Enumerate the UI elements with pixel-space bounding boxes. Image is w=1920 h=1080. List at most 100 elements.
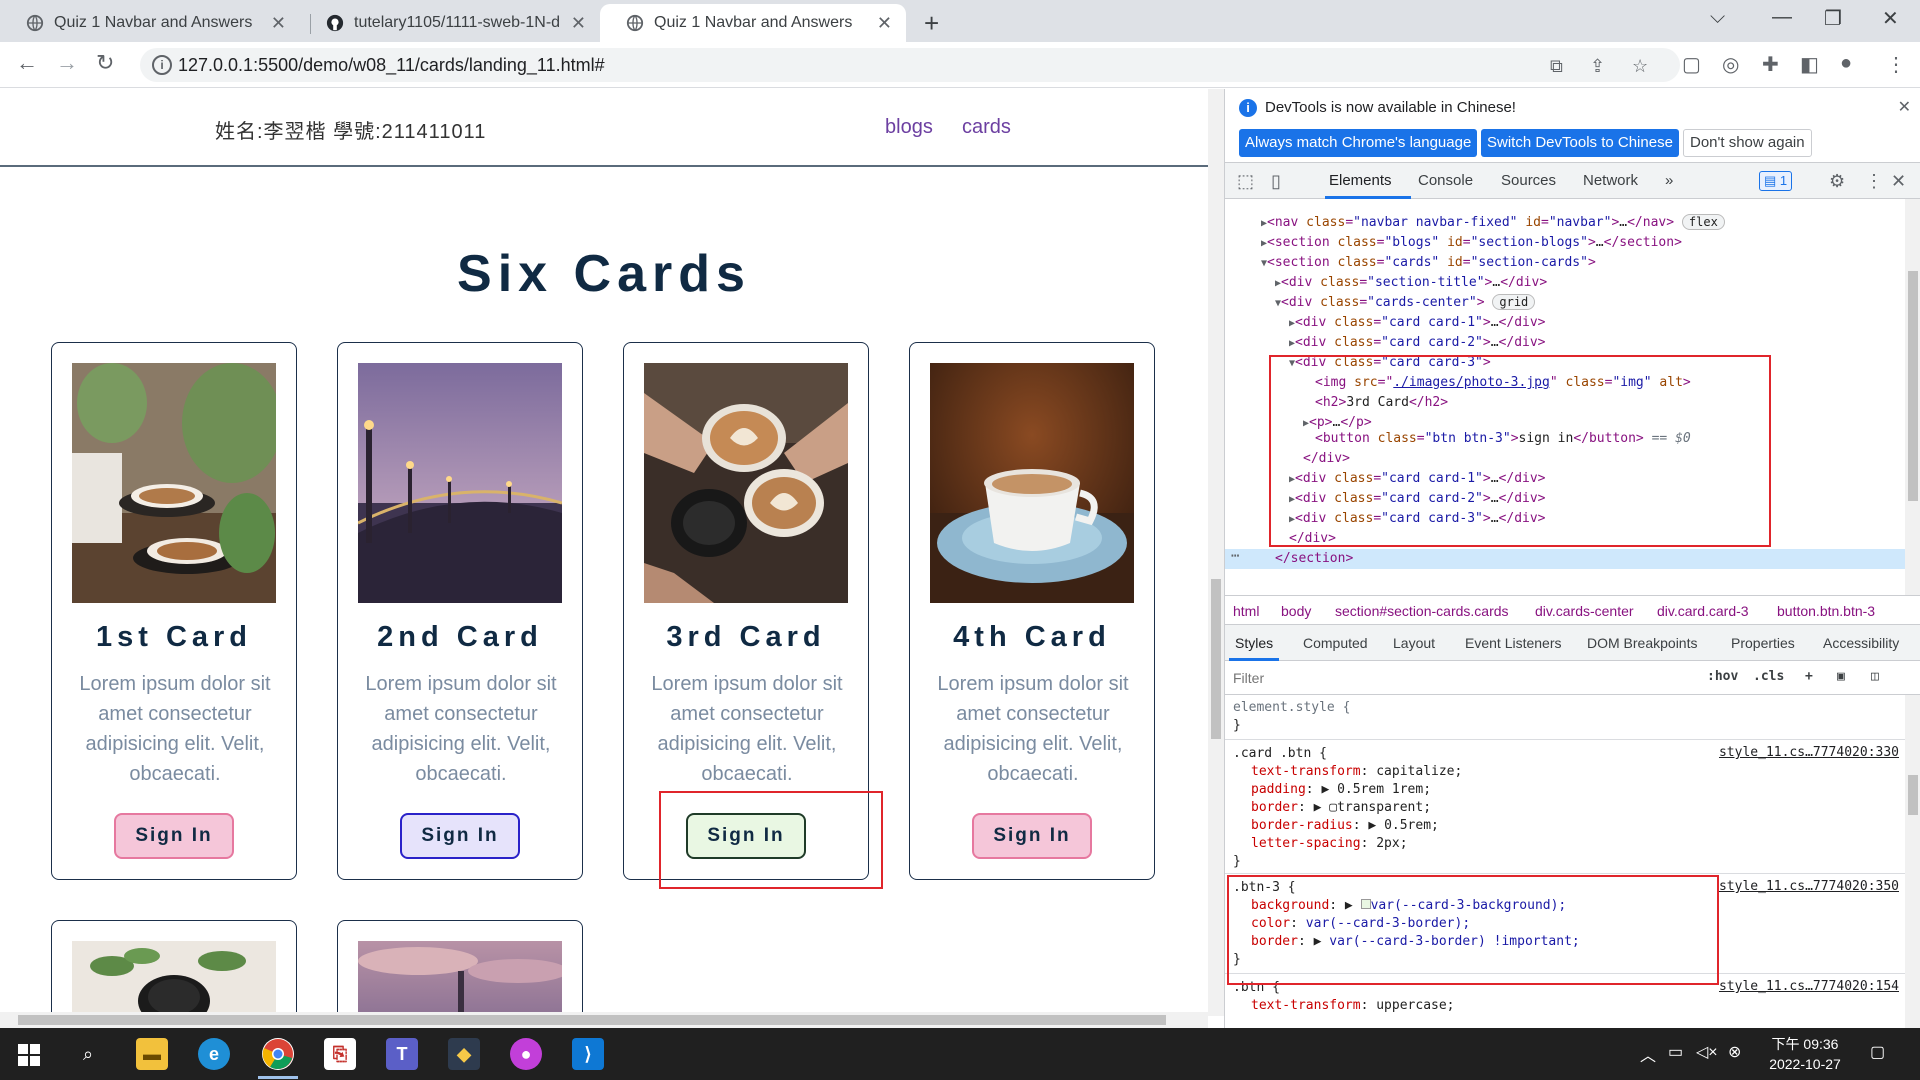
tab-network[interactable]: Network (1583, 172, 1638, 189)
scrollbar-thumb[interactable] (1908, 271, 1918, 501)
network-icon[interactable]: ▭ (1668, 1042, 1683, 1062)
tab-close-icon[interactable]: ✕ (571, 13, 586, 34)
new-rule-icon[interactable]: + (1805, 669, 1813, 684)
chrome-browser-icon[interactable] (262, 1038, 294, 1070)
dom-node-card-2[interactable]: ▶<div class="card card-2">…</div> (1289, 333, 1546, 353)
collapse-arrow-icon[interactable]: ▼ (1275, 298, 1281, 309)
breadcrumb-body[interactable]: body (1281, 603, 1311, 619)
css-declaration-overridden[interactable]: text-transform: uppercase; (1251, 997, 1455, 1015)
volume-muted-icon[interactable]: ◁× (1696, 1042, 1718, 1062)
close-devtools-icon[interactable]: ✕ (1891, 171, 1906, 192)
scrollbar-thumb[interactable] (1211, 579, 1221, 739)
window-close-button[interactable]: ✕ (1882, 6, 1899, 31)
scrollbar-thumb[interactable] (18, 1015, 1166, 1025)
windows-start-icon[interactable] (18, 1044, 40, 1066)
styles-filter-input[interactable] (1233, 667, 1703, 689)
tab-search-icon[interactable]: ⌵ (1710, 6, 1725, 29)
pdf-app-icon[interactable]: ⎘ (324, 1038, 356, 1070)
css-declaration[interactable]: letter-spacing: 2px; (1251, 835, 1408, 853)
dom-tree-scrollbar[interactable] (1905, 199, 1920, 595)
expand-arrow-icon[interactable]: ▶ (1261, 238, 1267, 249)
rule-selector-card-btn[interactable]: .card .btn { (1233, 745, 1327, 763)
styles-scrollbar[interactable] (1905, 695, 1920, 1028)
layout-badge[interactable]: grid (1492, 294, 1536, 310)
breadcrumb-cards-center[interactable]: div.cards-center (1535, 603, 1634, 619)
css-declaration-overridden[interactable]: border: ▶ ▢transparent; (1251, 799, 1431, 817)
minimize-button[interactable]: — (1772, 6, 1792, 29)
tray-chevron-icon[interactable]: ︿ (1640, 1042, 1656, 1066)
breadcrumb-html[interactable]: html (1233, 603, 1259, 619)
match-language-button[interactable]: Always match Chrome's language (1239, 129, 1478, 157)
expand-arrow-icon[interactable]: ▶ (1289, 338, 1295, 349)
file-explorer-icon[interactable]: ▬ (136, 1038, 168, 1070)
tab-event-listeners[interactable]: Event Listeners (1465, 635, 1562, 651)
tab-elements[interactable]: Elements (1329, 172, 1392, 189)
puzzle-icon[interactable]: ✚ (1762, 52, 1779, 77)
css-declaration[interactable]: padding: ▶ 0.5rem 1rem; (1251, 781, 1431, 799)
layout-badge[interactable]: flex (1681, 214, 1725, 230)
dom-node-nav[interactable]: ▶<nav class="navbar navbar-fixed" id="na… (1261, 213, 1725, 233)
tab-accessibility[interactable]: Accessibility (1823, 635, 1899, 651)
rule-source-link[interactable]: style_11.cs…7774020:330 (1719, 745, 1899, 760)
device-toolbar-icon[interactable]: ▯ (1271, 171, 1281, 192)
side-panel-icon[interactable]: ◧ (1800, 52, 1819, 77)
dom-node-cards-center[interactable]: ▼<div class="cards-center"> grid (1275, 293, 1536, 313)
info-icon[interactable]: i (152, 55, 172, 75)
more-tabs-icon[interactable]: » (1665, 172, 1673, 189)
kebab-menu-icon[interactable]: ⋮ (1865, 171, 1883, 192)
tab-layout[interactable]: Layout (1393, 635, 1435, 651)
class-toggle[interactable]: .cls (1753, 669, 1784, 684)
css-declaration[interactable]: text-transform: capitalize; (1251, 763, 1462, 781)
search-icon[interactable]: ⌕ (72, 1038, 104, 1070)
close-icon[interactable]: ✕ (1898, 97, 1911, 117)
git-app-icon[interactable]: ◆ (448, 1038, 480, 1070)
chrome-menu-icon[interactable]: ⋮ (1886, 52, 1906, 77)
back-button[interactable]: ← (16, 50, 38, 76)
dom-node-section-close[interactable]: </section> (1275, 549, 1353, 569)
dom-node-card-1[interactable]: ▶<div class="card card-1">…</div> (1289, 313, 1546, 333)
share-icon[interactable]: ⇪ (1590, 56, 1605, 77)
breadcrumb-card-3[interactable]: div.card.card-3 (1657, 603, 1749, 619)
forward-button[interactable]: → (56, 50, 78, 76)
teams-app-icon[interactable]: T (386, 1038, 418, 1070)
tab-close-icon[interactable]: ✕ (271, 13, 286, 34)
hover-state-toggle[interactable]: :hov (1707, 669, 1738, 684)
dom-node-section-title[interactable]: ▶<div class="section-title">…</div> (1275, 273, 1547, 293)
sign-in-button-1[interactable]: Sign In (114, 813, 234, 859)
translate-icon[interactable]: ⧉ (1550, 56, 1563, 77)
vscode-app-icon[interactable]: ⟩ (572, 1038, 604, 1070)
browser-tab-active[interactable]: Quiz 1 Navbar and Answers ✕ (600, 4, 906, 42)
tab-properties[interactable]: Properties (1731, 635, 1795, 651)
breadcrumb-section[interactable]: section#section-cards.cards (1335, 603, 1509, 619)
tab-dom-breakpoints[interactable]: DOM Breakpoints (1587, 635, 1697, 651)
expand-arrow-icon[interactable]: ▶ (1289, 318, 1295, 329)
taskbar-clock[interactable]: 下午 09:36 2022-10-27 (1760, 1034, 1850, 1074)
css-declaration[interactable]: border-radius: ▶ 0.5rem; (1251, 817, 1439, 835)
reload-button[interactable]: ↻ (96, 50, 114, 76)
tab-close-icon[interactable]: ✕ (877, 13, 892, 34)
more-options-icon[interactable]: ⋯ (1231, 548, 1239, 564)
browser-tab-github[interactable]: tutelary1105/1111-sweb-1N-d ✕ (300, 4, 600, 42)
browser-tab-quiz-1[interactable]: Quiz 1 Navbar and Answers ✕ (0, 4, 300, 42)
edge-browser-icon[interactable]: e (198, 1038, 230, 1070)
bookmark-star-icon[interactable]: ☆ (1632, 56, 1648, 77)
expand-arrow-icon[interactable]: ▶ (1261, 218, 1267, 229)
extension-icon[interactable]: ▢ (1682, 52, 1701, 77)
paint-app-icon[interactable]: ● (510, 1038, 542, 1070)
sidebar-toggle-icon[interactable]: ◫ (1871, 669, 1879, 684)
collapse-arrow-icon[interactable]: ▼ (1261, 258, 1267, 269)
nav-link-blogs[interactable]: blogs (885, 116, 933, 139)
tab-styles[interactable]: Styles (1235, 635, 1273, 651)
page-horizontal-scrollbar[interactable] (0, 1012, 1208, 1028)
new-tab-button[interactable]: + (924, 8, 939, 39)
element-style-selector[interactable]: element.style { (1233, 699, 1350, 717)
rule-source-link[interactable]: style_11.cs…7774020:154 (1719, 979, 1899, 994)
inspect-element-icon[interactable]: ⬚ (1237, 171, 1254, 192)
sign-in-button-4[interactable]: Sign In (972, 813, 1092, 859)
issues-badge[interactable]: ▤ 1 (1759, 171, 1793, 191)
switch-chinese-button[interactable]: Switch DevTools to Chinese (1481, 129, 1679, 157)
tab-computed[interactable]: Computed (1303, 635, 1368, 651)
extension-icon[interactable]: ◎ (1722, 52, 1739, 77)
scrollbar-thumb[interactable] (1908, 775, 1918, 815)
rule-source-link[interactable]: style_11.cs…7774020:350 (1719, 879, 1899, 894)
